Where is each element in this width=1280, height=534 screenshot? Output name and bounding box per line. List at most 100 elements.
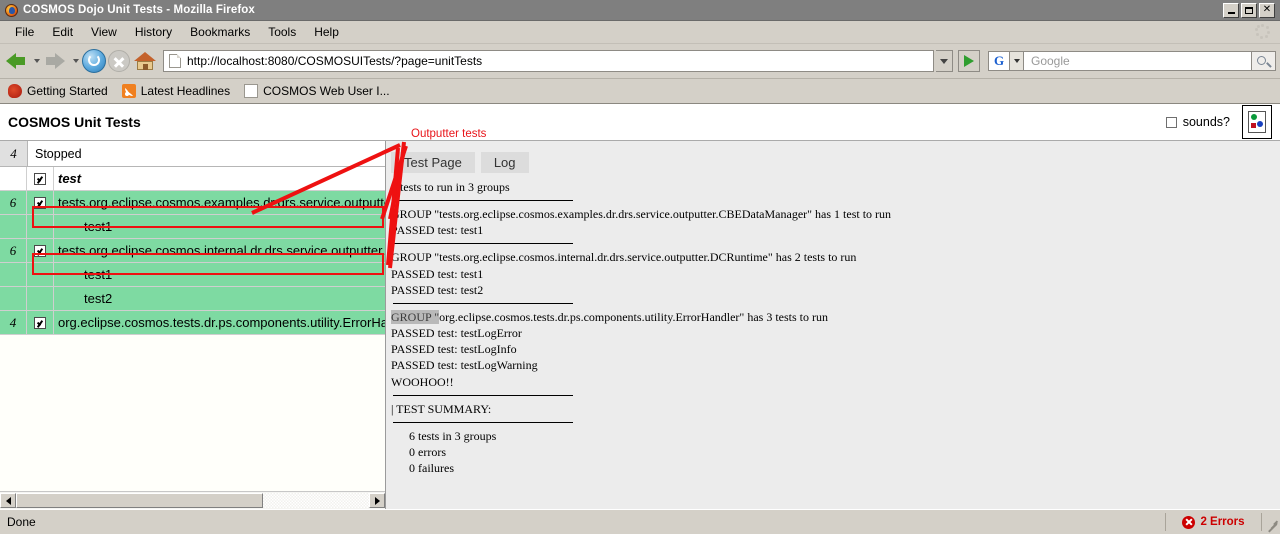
page-content: COSMOS Unit Tests sounds? 4 Stopped test… [0, 104, 1280, 509]
scroll-left-icon[interactable] [0, 493, 16, 508]
table-row[interactable]: test1 [0, 215, 385, 239]
sounds-control: sounds? [1165, 105, 1280, 139]
output-line: PASSED test: test2 [391, 282, 484, 297]
back-dropdown-icon[interactable] [32, 48, 41, 74]
table-row[interactable]: 6 tests.org.eclipse.cosmos.examples.dr.d… [0, 191, 385, 215]
status-message: Done [0, 513, 1166, 531]
table-row[interactable]: test1 [0, 263, 385, 287]
window-title: COSMOS Dojo Unit Tests - Mozilla Firefox [23, 4, 255, 16]
forward-dropdown-icon[interactable] [71, 48, 80, 74]
broken-image-icon [1242, 105, 1272, 139]
menu-view[interactable]: View [82, 23, 126, 41]
reload-icon[interactable] [82, 49, 106, 73]
row-checkbox[interactable] [27, 191, 54, 214]
tab-log[interactable]: Log [480, 152, 529, 173]
firefox-window: COSMOS Dojo Unit Tests - Mozilla Firefox… [0, 0, 1280, 534]
row-checkbox [27, 263, 54, 286]
row-count: 4 [0, 311, 27, 334]
window-titlebar: COSMOS Dojo Unit Tests - Mozilla Firefox… [0, 0, 1280, 21]
horizontal-scrollbar[interactable] [0, 491, 385, 509]
bookmark-getting-started[interactable]: Getting Started [8, 84, 108, 98]
sounds-checkbox[interactable] [1165, 116, 1177, 128]
output-divider [393, 243, 573, 245]
table-row[interactable]: 6 tests.org.eclipse.cosmos.internal.dr.d… [0, 239, 385, 263]
output-line: | TEST SUMMARY: [391, 401, 492, 416]
output-divider [393, 394, 573, 396]
bookmark-label: COSMOS Web User I... [263, 84, 390, 98]
results-pane: Test Page Log 6 tests to run in 3 groups… [386, 141, 1280, 509]
google-engine-icon[interactable]: G [988, 51, 1010, 71]
browser-status-bar: Done 2 Errors [0, 509, 1280, 534]
row-checkbox[interactable] [27, 311, 54, 334]
row-label: tests.org.eclipse.cosmos.examples.dr.drs… [58, 195, 385, 210]
results-output: 6 tests to run in 3 groups GROUP "tests.… [386, 173, 1280, 509]
scroll-thumb[interactable] [16, 493, 263, 508]
row-checkbox [27, 287, 54, 310]
back-button[interactable] [4, 48, 30, 74]
close-button[interactable]: ✕ [1259, 2, 1275, 18]
error-icon [1182, 515, 1196, 529]
minimize-button[interactable] [1223, 2, 1239, 18]
output-line: GROUP "tests.org.eclipse.cosmos.internal… [391, 250, 857, 265]
row-checkbox[interactable] [27, 239, 54, 262]
menu-bookmarks[interactable]: Bookmarks [181, 23, 259, 41]
tab-test-page[interactable]: Test Page [391, 152, 475, 173]
bookmark-latest-headlines[interactable]: Latest Headlines [121, 84, 230, 98]
row-count [0, 287, 27, 310]
table-row[interactable]: 4 org.eclipse.cosmos.tests.dr.ps.compone… [0, 311, 385, 335]
output-divider [393, 302, 573, 304]
go-button[interactable] [958, 50, 980, 72]
output-line: 6 tests to run in 3 groups [391, 180, 510, 194]
row-count: 6 [0, 191, 27, 214]
document-icon [244, 84, 259, 98]
panes-container: 4 Stopped test 6 tests.org.eclipse.cosmo… [0, 141, 1280, 509]
address-dropdown-icon[interactable] [936, 50, 953, 72]
window-controls: ✕ [1223, 2, 1278, 18]
table-row[interactable]: test2 [0, 287, 385, 311]
search-engine-dropdown-icon[interactable] [1010, 51, 1024, 71]
row-count [0, 215, 27, 238]
page-header: COSMOS Unit Tests sounds? [0, 104, 1280, 141]
firefox-logo-icon [4, 3, 19, 18]
search-input[interactable]: Google [1024, 51, 1252, 71]
menu-help[interactable]: Help [305, 23, 348, 41]
output-line: PASSED test: testLogInfo [391, 342, 517, 357]
output-divider [393, 200, 573, 202]
resize-grip-icon[interactable] [1262, 513, 1280, 533]
menu-edit[interactable]: Edit [43, 23, 82, 41]
scroll-track[interactable] [16, 493, 369, 508]
menu-history[interactable]: History [126, 23, 181, 41]
runner-status-count: 4 [0, 141, 28, 166]
output-line-rest: org.eclipse.cosmos.tests.dr.ps.component… [439, 309, 828, 324]
stop-icon[interactable] [108, 50, 130, 72]
bookmark-label: Getting Started [27, 84, 108, 98]
output-line: 0 errors [409, 445, 446, 460]
row-count: 6 [0, 239, 27, 262]
maximize-button[interactable] [1241, 2, 1257, 18]
menu-file[interactable]: File [6, 23, 43, 41]
menu-tools[interactable]: Tools [259, 23, 305, 41]
row-count [0, 263, 27, 286]
row-label: test1 [84, 219, 113, 234]
row-checkbox[interactable] [27, 167, 54, 190]
table-row[interactable]: test [0, 167, 385, 191]
row-label: org.eclipse.cosmos.tests.dr.ps.component… [58, 315, 385, 330]
home-icon[interactable] [132, 49, 158, 73]
forward-button[interactable] [43, 48, 69, 74]
output-line: WOOHOO!! [391, 374, 454, 389]
bookmark-cosmos-web-user[interactable]: COSMOS Web User I... [244, 84, 390, 98]
address-bar[interactable]: http://localhost:8080/COSMOSUITests/?pag… [163, 50, 934, 72]
bookmarks-toolbar: Getting Started Latest Headlines COSMOS … [0, 79, 1280, 104]
test-tree-pane: 4 Stopped test 6 tests.org.eclipse.cosmo… [0, 141, 386, 509]
search-bar: G Google [988, 51, 1276, 71]
output-line: PASSED test: testLogError [391, 326, 522, 341]
error-indicator[interactable]: 2 Errors [1166, 513, 1262, 531]
results-tabs: Test Page Log [386, 141, 1280, 173]
output-line-selected: GROUP "org.eclipse.cosmos.tests.dr.ps.co… [391, 309, 1280, 325]
search-icon[interactable] [1252, 51, 1276, 71]
output-line: 0 failures [409, 461, 454, 476]
scroll-right-icon[interactable] [369, 493, 385, 508]
menu-bar: File Edit View History Bookmarks Tools H… [0, 21, 1280, 44]
output-line: PASSED test: testLogWarning [391, 358, 538, 373]
dino-icon [8, 84, 22, 98]
